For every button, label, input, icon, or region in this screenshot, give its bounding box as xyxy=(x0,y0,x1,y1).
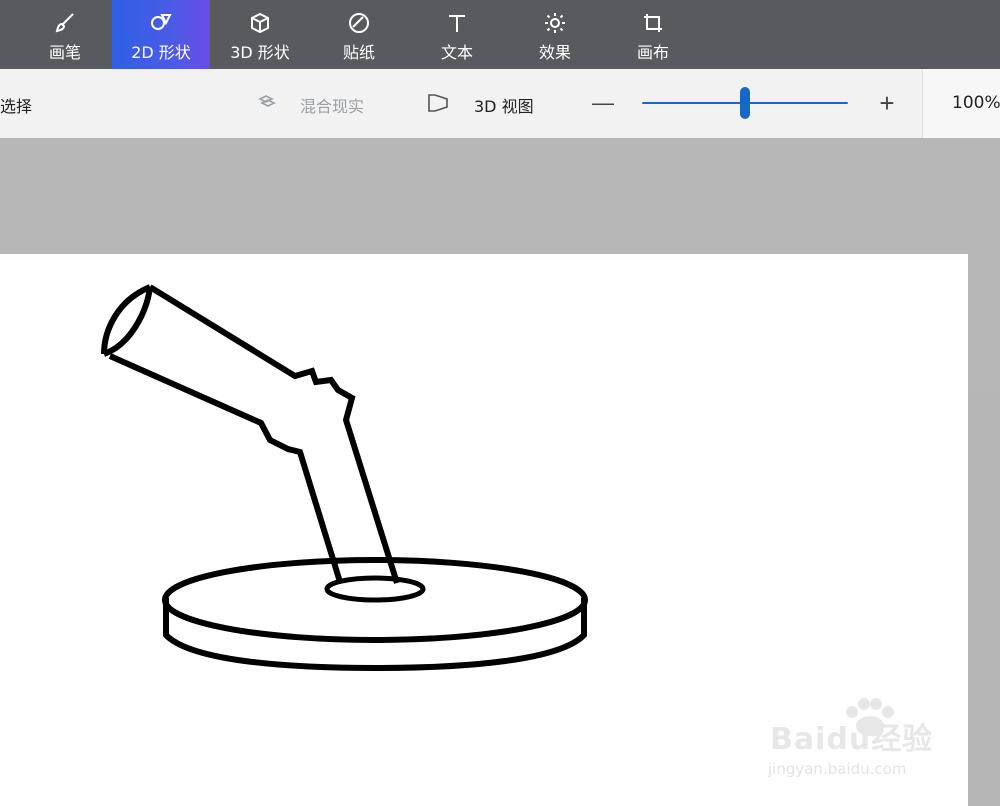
stem-right-outline xyxy=(148,284,400,584)
watermark-brand: Baidu经验 xyxy=(770,722,934,757)
tube-opening-left xyxy=(101,284,152,355)
baidu-watermark: Baidu经验 jingyan.baidu.com xyxy=(762,692,962,792)
sketch-layer xyxy=(101,284,588,672)
base-side-outline xyxy=(163,598,587,672)
stem-left-outline xyxy=(108,353,343,583)
watermark-domain: jingyan.baidu.com xyxy=(768,760,907,778)
